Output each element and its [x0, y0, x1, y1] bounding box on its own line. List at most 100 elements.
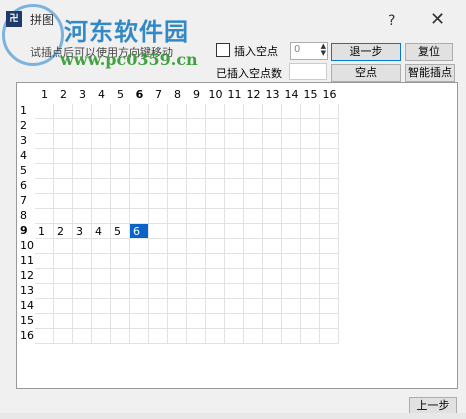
- grid-cell[interactable]: [263, 314, 282, 329]
- grid-cell[interactable]: [111, 254, 130, 269]
- grid-cell[interactable]: [187, 329, 206, 344]
- grid-cell[interactable]: [206, 194, 225, 209]
- grid-cell[interactable]: [168, 179, 187, 194]
- grid-cell[interactable]: [35, 194, 54, 209]
- grid-cell[interactable]: [320, 254, 339, 269]
- grid-cell[interactable]: [168, 164, 187, 179]
- grid-cell[interactable]: [263, 164, 282, 179]
- grid-cell[interactable]: [73, 269, 92, 284]
- grid-cell[interactable]: [149, 254, 168, 269]
- grid-cell[interactable]: [149, 239, 168, 254]
- grid-cell[interactable]: [282, 179, 301, 194]
- grid-cell[interactable]: [282, 269, 301, 284]
- grid-cell[interactable]: [73, 299, 92, 314]
- grid-cell[interactable]: [92, 254, 111, 269]
- grid-cell[interactable]: [206, 284, 225, 299]
- grid-cell[interactable]: [187, 299, 206, 314]
- grid-cell[interactable]: [54, 104, 73, 119]
- grid-cell[interactable]: [130, 239, 149, 254]
- grid-cell[interactable]: [149, 194, 168, 209]
- grid-cell[interactable]: [54, 299, 73, 314]
- grid-cell[interactable]: [149, 149, 168, 164]
- grid-cell[interactable]: [301, 194, 320, 209]
- grid-cell[interactable]: [92, 284, 111, 299]
- grid-cell[interactable]: [282, 254, 301, 269]
- grid-cell[interactable]: [244, 209, 263, 224]
- grid-cell[interactable]: [263, 119, 282, 134]
- grid-cell[interactable]: [244, 239, 263, 254]
- grid-cell[interactable]: [206, 104, 225, 119]
- grid-cell[interactable]: [35, 299, 54, 314]
- grid-cell[interactable]: [320, 164, 339, 179]
- grid-cell[interactable]: [244, 269, 263, 284]
- grid-cell[interactable]: [168, 299, 187, 314]
- grid-cell[interactable]: [282, 194, 301, 209]
- grid-cell[interactable]: [320, 284, 339, 299]
- grid-cell[interactable]: [54, 314, 73, 329]
- grid-cell[interactable]: [187, 239, 206, 254]
- grid-cell[interactable]: [187, 164, 206, 179]
- grid-cell[interactable]: [301, 224, 320, 239]
- grid-cell[interactable]: [54, 164, 73, 179]
- smart-insert-button[interactable]: 智能插点: [405, 64, 455, 82]
- grid-cell[interactable]: [301, 134, 320, 149]
- grid-cell[interactable]: [54, 194, 73, 209]
- grid-cell[interactable]: [54, 254, 73, 269]
- grid-cell[interactable]: [301, 164, 320, 179]
- grid-cell[interactable]: [73, 329, 92, 344]
- grid-cell[interactable]: [206, 299, 225, 314]
- grid-cell[interactable]: [301, 314, 320, 329]
- grid-cell[interactable]: [320, 149, 339, 164]
- grid-cell[interactable]: [168, 329, 187, 344]
- grid-cell[interactable]: [225, 209, 244, 224]
- grid-cell[interactable]: [320, 224, 339, 239]
- grid-cell[interactable]: [54, 329, 73, 344]
- grid-cell[interactable]: [130, 254, 149, 269]
- grid-cell[interactable]: [320, 134, 339, 149]
- grid-cell[interactable]: [111, 314, 130, 329]
- grid-cell[interactable]: [301, 209, 320, 224]
- grid-cell[interactable]: [54, 134, 73, 149]
- grid-cell[interactable]: [35, 329, 54, 344]
- grid-cell[interactable]: [168, 149, 187, 164]
- grid-cell[interactable]: [168, 194, 187, 209]
- reset-button[interactable]: 复位: [405, 43, 453, 61]
- grid-cell[interactable]: [149, 179, 168, 194]
- grid-cell[interactable]: [187, 269, 206, 284]
- grid-cell[interactable]: [73, 104, 92, 119]
- grid-cell[interactable]: [111, 164, 130, 179]
- grid-cell[interactable]: [130, 164, 149, 179]
- grid-cell[interactable]: [282, 119, 301, 134]
- grid-cell[interactable]: [73, 119, 92, 134]
- grid-cell[interactable]: [244, 329, 263, 344]
- grid-cell[interactable]: [111, 179, 130, 194]
- grid-cell[interactable]: [54, 239, 73, 254]
- grid-cell[interactable]: [187, 314, 206, 329]
- grid-cell[interactable]: [168, 104, 187, 119]
- grid-cell[interactable]: [35, 164, 54, 179]
- grid-cell[interactable]: [149, 224, 168, 239]
- grid-cell[interactable]: [263, 179, 282, 194]
- grid-cell[interactable]: [225, 269, 244, 284]
- grid-cell[interactable]: [130, 179, 149, 194]
- grid-cell[interactable]: [130, 269, 149, 284]
- grid-cell[interactable]: [111, 209, 130, 224]
- grid-cell[interactable]: 4: [92, 224, 111, 239]
- grid-cell[interactable]: [187, 134, 206, 149]
- grid-cell[interactable]: [168, 239, 187, 254]
- grid-cell[interactable]: [225, 179, 244, 194]
- grid-cell[interactable]: [282, 314, 301, 329]
- grid-cell[interactable]: [130, 284, 149, 299]
- grid-cell[interactable]: [92, 209, 111, 224]
- grid-cell[interactable]: [35, 269, 54, 284]
- grid-cell[interactable]: [206, 314, 225, 329]
- grid-cell[interactable]: [111, 284, 130, 299]
- prev-step-button[interactable]: 上一步: [409, 397, 457, 414]
- grid-cell[interactable]: [92, 194, 111, 209]
- grid-cell[interactable]: [225, 284, 244, 299]
- grid-cell[interactable]: [168, 134, 187, 149]
- grid-cell[interactable]: [320, 299, 339, 314]
- grid-cell[interactable]: [244, 224, 263, 239]
- grid-cell[interactable]: [73, 179, 92, 194]
- grid-cell[interactable]: [225, 224, 244, 239]
